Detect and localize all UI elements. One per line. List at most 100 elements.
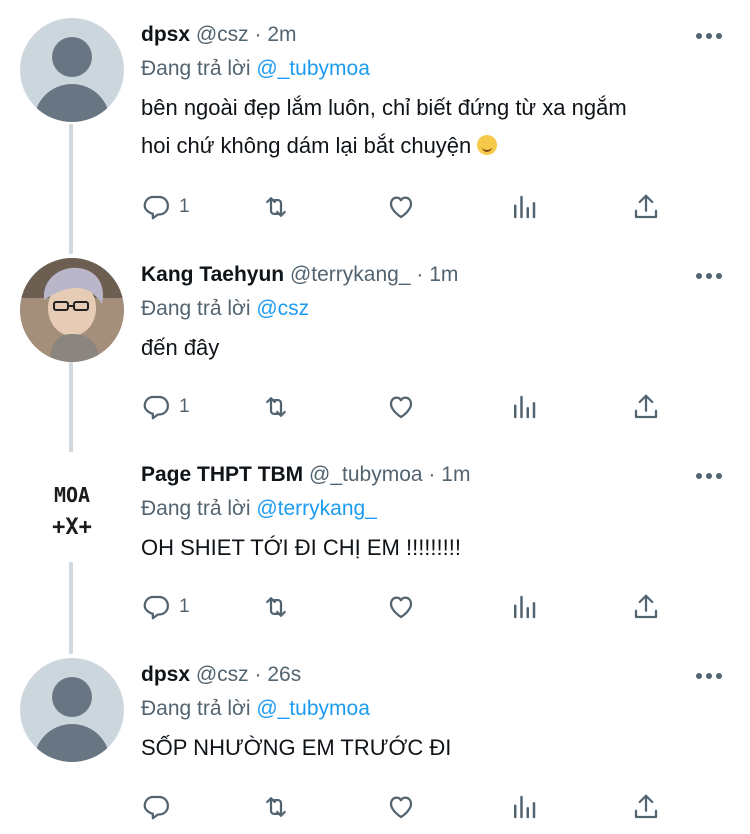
more-icon[interactable] (696, 33, 722, 39)
reply-thread: dpsx @csz · 2m Đang trả lời @_tubymoa bê… (0, 0, 750, 834)
like-icon (389, 396, 413, 419)
moa-logo: MOA +X+ (52, 483, 92, 540)
analytics-icon (514, 395, 536, 419)
mention-link[interactable]: @_tubymoa (256, 697, 370, 720)
handle[interactable]: @csz (196, 23, 249, 46)
tweet-text: đến đây (141, 335, 220, 360)
share-icon (634, 794, 658, 819)
action-bar: 1 (141, 191, 681, 223)
action-bar (141, 791, 681, 823)
replying-to-label: Đang trả lời (141, 697, 251, 720)
analytics-button[interactable] (509, 391, 539, 423)
tweet-text-line: hoi chứ không dám lại bắt chuyện (141, 127, 730, 165)
display-name[interactable]: Page THPT TBM (141, 463, 303, 486)
mention-link[interactable]: @csz (256, 297, 309, 320)
profile-photo (20, 258, 124, 362)
replying-to: Đang trả lời @_tubymoa (141, 55, 730, 83)
retweet-icon (266, 197, 286, 217)
tweet-text-segment: hoi chứ không dám lại bắt chuyện (141, 133, 472, 158)
tweet-text: bên ngoài đẹp lắm luôn, chỉ biết đứng từ… (141, 89, 730, 165)
retweet-button[interactable] (261, 191, 291, 223)
timestamp[interactable]: 1m (429, 263, 458, 286)
retweet-button[interactable] (261, 791, 291, 823)
like-button[interactable] (386, 791, 416, 823)
separator: · (416, 263, 424, 286)
display-name[interactable]: dpsx (141, 663, 190, 686)
analytics-button[interactable] (509, 191, 539, 223)
retweet-button[interactable] (261, 591, 291, 623)
tweet-header: dpsx @csz · 26s (141, 661, 730, 689)
avatar[interactable] (20, 658, 124, 762)
analytics-button[interactable] (509, 791, 539, 823)
like-button[interactable] (386, 591, 416, 623)
reply-button[interactable]: 1 (141, 191, 190, 223)
reply-icon (143, 595, 169, 620)
analytics-icon (514, 595, 536, 619)
reply-icon (143, 795, 169, 820)
display-name[interactable]: Kang Taehyun (141, 263, 284, 286)
tweet[interactable]: dpsx @csz · 2m Đang trả lời @_tubymoa bê… (0, 0, 750, 240)
share-icon (634, 194, 658, 219)
reply-button[interactable]: 1 (141, 391, 190, 423)
handle[interactable]: @_tubymoa (309, 463, 423, 486)
like-button[interactable] (386, 191, 416, 223)
action-bar: 1 (141, 591, 681, 623)
avatar[interactable] (20, 258, 124, 362)
share-button[interactable] (631, 791, 661, 823)
share-button[interactable] (631, 191, 661, 223)
replying-to: Đang trả lời @_tubymoa (141, 695, 730, 723)
reply-icon (143, 395, 169, 420)
analytics-icon (514, 195, 536, 219)
share-icon (634, 594, 658, 619)
reply-icon (143, 195, 169, 220)
tweet-text: SỐP NHƯỜNG EM TRƯỚC ĐI (141, 735, 452, 760)
handle[interactable]: @csz (196, 663, 249, 686)
replying-to-label: Đang trả lời (141, 497, 251, 520)
share-icon (634, 394, 658, 419)
tweet[interactable]: MOA +X+ Page THPT TBM @_tubymoa · 1m Đan… (0, 440, 750, 640)
separator: · (428, 463, 436, 486)
retweet-icon (266, 597, 286, 617)
reply-button[interactable]: 1 (141, 591, 190, 623)
timestamp[interactable]: 2m (267, 23, 296, 46)
replying-to-label: Đang trả lời (141, 297, 251, 320)
retweet-icon (266, 397, 286, 417)
reply-count: 1 (179, 396, 190, 417)
avatar[interactable]: MOA +X+ (20, 458, 124, 562)
more-icon[interactable] (696, 273, 722, 279)
share-button[interactable] (631, 591, 661, 623)
more-icon[interactable] (696, 473, 722, 479)
sweat-smile-emoji (477, 135, 498, 155)
tweet[interactable]: Kang Taehyun @terrykang_ · 1m Đang trả l… (0, 240, 750, 440)
more-icon[interactable] (696, 673, 722, 679)
analytics-button[interactable] (509, 591, 539, 623)
action-bar: 1 (141, 391, 681, 423)
mention-link[interactable]: @terrykang_ (256, 497, 377, 520)
logo-text-line2: +X+ (52, 515, 92, 540)
replying-to: Đang trả lời @csz (141, 295, 730, 323)
display-name[interactable]: dpsx (141, 23, 190, 46)
handle[interactable]: @terrykang_ (290, 263, 411, 286)
logo-text-line1: MOA (54, 483, 90, 507)
timestamp[interactable]: 26s (267, 663, 301, 686)
mention-link[interactable]: @_tubymoa (256, 57, 370, 80)
retweet-button[interactable] (261, 391, 291, 423)
timestamp[interactable]: 1m (441, 463, 470, 486)
analytics-icon (514, 795, 536, 819)
share-button[interactable] (631, 391, 661, 423)
like-icon (389, 596, 413, 619)
tweet-header: Page THPT TBM @_tubymoa · 1m (141, 461, 730, 489)
tweet-text-line: bên ngoài đẹp lắm luôn, chỉ biết đứng từ… (141, 95, 627, 120)
tweet-header: dpsx @csz · 2m (141, 21, 730, 49)
separator: · (254, 663, 262, 686)
tweet[interactable]: dpsx @csz · 26s Đang trả lời @_tubymoa S… (0, 640, 750, 834)
tweet-text: OH SHIET TỚI ĐI CHỊ EM !!!!!!!!! (141, 535, 461, 560)
avatar[interactable] (20, 18, 124, 122)
reply-count: 1 (179, 596, 190, 617)
like-icon (389, 796, 413, 819)
replying-to: Đang trả lời @terrykang_ (141, 495, 730, 523)
tweet-header: Kang Taehyun @terrykang_ · 1m (141, 261, 730, 289)
like-button[interactable] (386, 391, 416, 423)
reply-count: 1 (179, 196, 190, 217)
reply-button[interactable] (141, 791, 179, 823)
